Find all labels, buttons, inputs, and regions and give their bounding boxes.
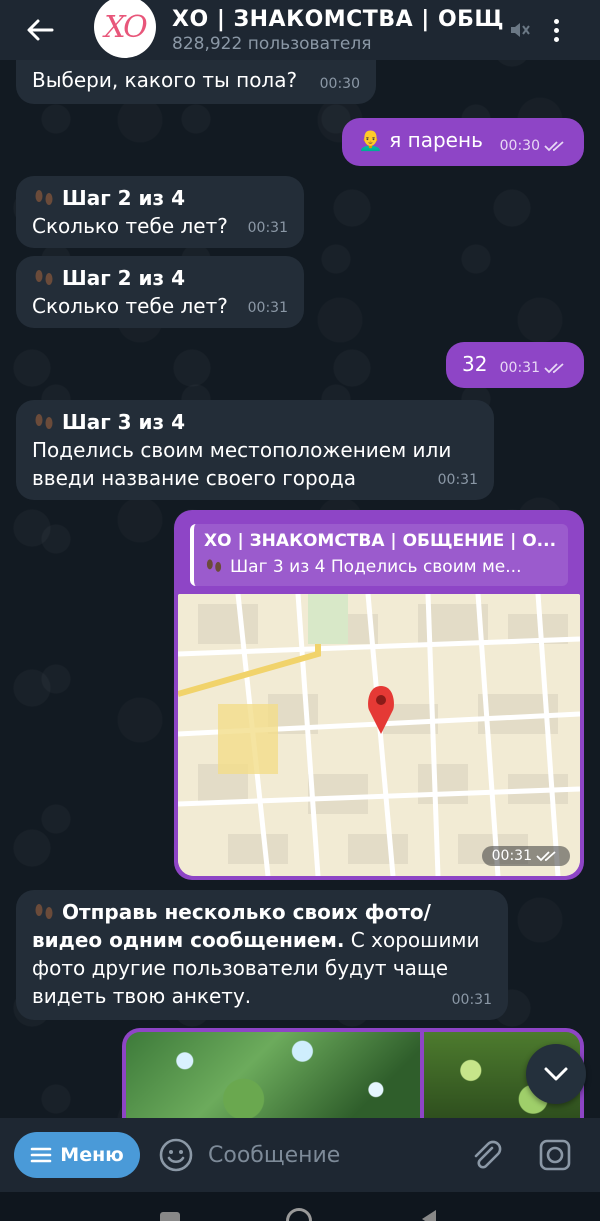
message-time: 00:31 xyxy=(499,360,540,376)
message-time: 00:31 xyxy=(247,220,288,236)
location-message[interactable]: ХО | ЗНАКОМСТВА | ОБЩЕНИЕ | О... Шаг 3 и… xyxy=(174,510,584,880)
more-options-icon[interactable] xyxy=(546,10,566,50)
message-time: 00:30 xyxy=(499,138,540,154)
member-count: 828,922 пользователя xyxy=(172,33,372,54)
message-time: 00:31 xyxy=(451,992,492,1008)
message-input[interactable] xyxy=(208,1142,458,1168)
message-text: Поделись своим местоположением или введи… xyxy=(32,438,452,490)
map-preview[interactable]: 00:31 xyxy=(178,594,580,876)
message-input-bar: Меню xyxy=(0,1118,600,1192)
message-time: 00:30 xyxy=(319,76,360,92)
scroll-down-button[interactable] xyxy=(526,1044,586,1104)
step-label: Шаг 2 из 4 xyxy=(62,186,186,210)
incoming-message: Отправь несколько своих фото/видео одним… xyxy=(16,890,508,1020)
photo-album-message[interactable] xyxy=(122,1028,584,1128)
camera-icon[interactable] xyxy=(538,1138,572,1172)
message-time: 00:31 xyxy=(491,848,532,864)
footprints-icon xyxy=(35,414,53,429)
footprints-icon xyxy=(35,270,53,285)
system-back-icon[interactable] xyxy=(422,1210,436,1221)
message-time: 00:31 xyxy=(437,472,478,488)
channel-avatar[interactable]: XO xyxy=(94,0,156,58)
read-checks-icon xyxy=(544,141,564,152)
reply-quote[interactable]: ХО | ЗНАКОМСТВА | ОБЩЕНИЕ | О... Шаг 3 и… xyxy=(190,524,568,586)
home-icon[interactable] xyxy=(286,1208,312,1221)
emoji-man: 👨‍🦲 xyxy=(358,128,383,152)
incoming-message: Шаг 3 из 4 Поделись своим местоположение… xyxy=(16,400,494,500)
menu-label: Меню xyxy=(60,1144,124,1166)
message-text: Выбери, какого ты пола? xyxy=(32,68,298,92)
incoming-message: Шаг 2 из 4 Сколько тебе лет? 00:31 xyxy=(16,256,304,328)
chat-screen: XO ХО | ЗНАКОМСТВА | ОБЩЕНИЕ 828,922 пол… xyxy=(0,0,600,1221)
step-label: Шаг 2 из 4 xyxy=(62,266,186,290)
message-text: 32 xyxy=(462,352,488,376)
message-time: 00:31 xyxy=(247,300,288,316)
map-graphic xyxy=(178,594,580,876)
hamburger-icon xyxy=(30,1147,52,1163)
back-arrow-icon[interactable] xyxy=(20,10,60,50)
muted-icon xyxy=(511,23,530,37)
reply-text: Шаг 3 из 4 Поделись своим ме... xyxy=(230,557,522,577)
footprints-icon xyxy=(35,190,53,205)
message-meta: 00:31 xyxy=(481,846,570,866)
message-meta: 00:30 xyxy=(500,132,568,160)
chat-header: XO ХО | ЗНАКОМСТВА | ОБЩЕНИЕ 828,922 пол… xyxy=(0,0,600,60)
system-nav-bar xyxy=(0,1192,600,1221)
outgoing-message: 👨‍🦲 я парень 00:30 xyxy=(342,118,584,166)
emoji-icon[interactable] xyxy=(158,1137,194,1173)
bot-menu-button[interactable]: Меню xyxy=(14,1132,140,1178)
chat-title: ХО | ЗНАКОМСТВА | ОБЩЕНИЕ xyxy=(172,6,504,32)
chat-title-block[interactable]: ХО | ЗНАКОМСТВА | ОБЩЕНИЕ 828,922 пользо… xyxy=(172,7,504,54)
step-label: Шаг 3 из 4 xyxy=(62,410,186,434)
incoming-message: Шаг 2 из 4 Сколько тебе лет? 00:31 xyxy=(16,176,304,248)
avatar-logo: XO xyxy=(104,9,147,45)
attach-icon[interactable] xyxy=(468,1138,502,1172)
footprints-icon xyxy=(35,904,53,919)
chevron-down-icon xyxy=(544,1067,568,1081)
message-text: я парень xyxy=(389,128,483,152)
photo-thumbnail[interactable] xyxy=(126,1032,420,1128)
footprints-icon xyxy=(206,559,222,572)
read-checks-icon xyxy=(536,851,556,862)
reply-title: ХО | ЗНАКОМСТВА | ОБЩЕНИЕ | О... xyxy=(204,531,557,551)
message-meta: 00:31 xyxy=(500,354,568,382)
incoming-message: Выбери, какого ты пола? 00:30 xyxy=(16,58,376,104)
outgoing-message: 32 00:31 xyxy=(446,342,584,388)
recent-apps-icon[interactable] xyxy=(160,1212,180,1221)
read-checks-icon xyxy=(544,363,564,374)
